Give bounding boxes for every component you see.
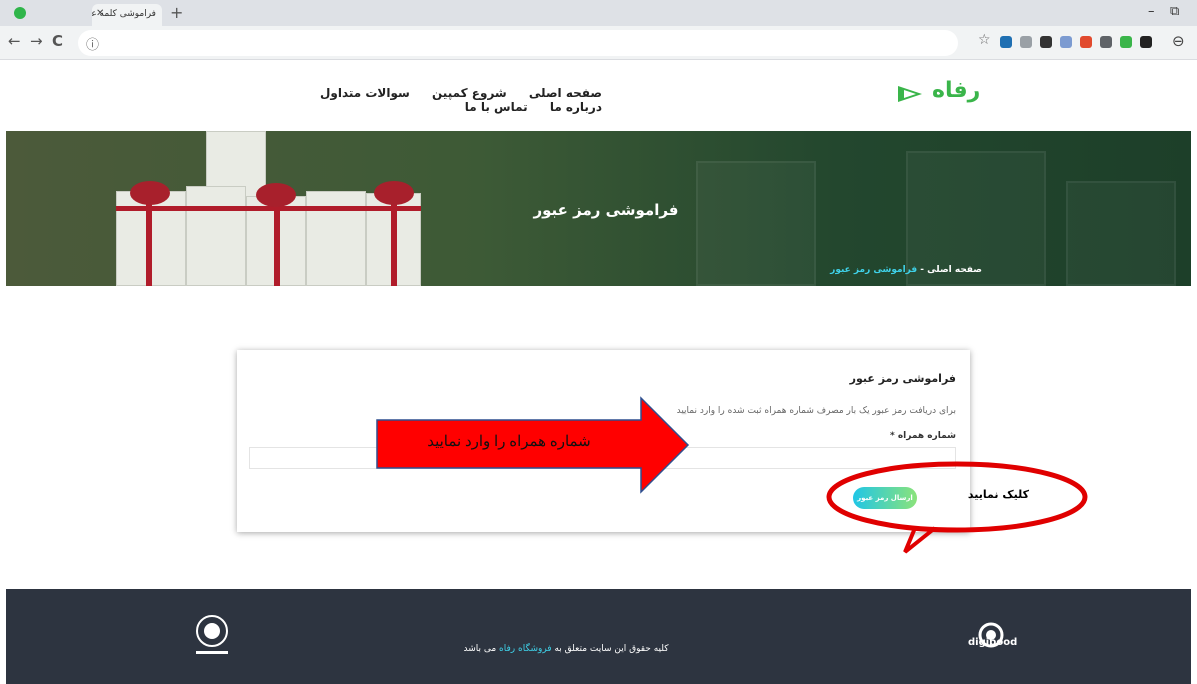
hero-bow (130, 181, 170, 205)
copyright-text: کلیه حقوق این سایت متعلق به فروشگاه رفاه… (386, 644, 746, 654)
minimize-icon[interactable]: – (1148, 4, 1155, 19)
annotation-click-text: کلیک نمایید (967, 488, 1029, 501)
copyright-suffix: می باشد (463, 644, 500, 654)
browser-tab[interactable]: ✕ فراموشی کلمه عبور (92, 4, 162, 26)
bank-tejarat-logo-icon (196, 615, 228, 654)
site-logo-text[interactable]: رفاه (932, 78, 980, 103)
page-title: فراموشی رمز عبور (533, 201, 679, 219)
tab-close-icon[interactable]: ✕ (96, 8, 104, 19)
extension-icon[interactable] (1000, 36, 1012, 48)
nav-item-about[interactable]: درباره ما (550, 100, 602, 114)
site-info-icon[interactable]: ⓘ (86, 34, 99, 53)
hero-banner: فراموشی رمز عبور صفحه اصلی - فراموشی رمز… (6, 131, 1191, 286)
site-header: رفاه صفحه اصلی شروع کمپین سوالات متداول … (0, 60, 1197, 130)
breadcrumb: صفحه اصلی - فراموشی رمز عبور (786, 265, 982, 275)
copyright-prefix: کلیه حقوق این سایت متعلق به (551, 644, 669, 654)
phone-label: شماره همراه * (889, 431, 956, 441)
digibood-brand-text: digibood (968, 637, 1018, 648)
hero-decor-box (1066, 181, 1176, 286)
profile-icon[interactable]: ⊖ (1172, 32, 1185, 50)
reload-icon[interactable]: C (52, 32, 63, 50)
extension-icon[interactable] (1040, 36, 1052, 48)
form-title: فراموشی رمز عبور (849, 372, 956, 385)
nav-item-start-campaign[interactable]: شروع کمپین (432, 86, 507, 100)
browser-toolbar: ← → C ⓘ ☆ ⊖ (0, 26, 1197, 60)
main-nav: صفحه اصلی شروع کمپین سوالات متداول دربار… (232, 86, 602, 114)
hero-bow (256, 183, 296, 207)
forward-arrow-icon[interactable]: → (30, 32, 43, 50)
extension-icon[interactable] (1120, 36, 1132, 48)
send-password-button[interactable]: ارسال رمز عبور (853, 487, 917, 509)
extension-icon[interactable] (1140, 36, 1152, 48)
annotation-arrow-text: شماره همراه را وارد نمایید (427, 434, 591, 450)
nav-item-contact[interactable]: تماس با ما (465, 100, 528, 114)
nav-item-faq[interactable]: سوالات متداول (320, 86, 410, 100)
form-description: برای دریافت رمز عبور یک بار مصرف شماره ه… (676, 406, 956, 416)
breadcrumb-home[interactable]: صفحه اصلی (927, 265, 982, 275)
extension-icon[interactable] (1100, 36, 1112, 48)
browser-titlebar: ✕ فراموشی کلمه عبور + – ⧉ (0, 0, 1197, 26)
hero-bow (374, 181, 414, 205)
breadcrumb-current: فراموشی رمز عبور (830, 265, 918, 275)
address-bar[interactable]: ⓘ (78, 30, 958, 56)
maximize-icon[interactable]: ⧉ (1170, 4, 1179, 19)
extension-icon[interactable] (1060, 36, 1072, 48)
bookmark-star-icon[interactable]: ☆ (978, 32, 991, 48)
site-footer: کلیه حقوق این سایت متعلق به فروشگاه رفاه… (6, 589, 1191, 684)
browser-app-icon (14, 7, 26, 19)
back-arrow-icon[interactable]: ← (8, 32, 21, 50)
extension-icon[interactable] (1080, 36, 1092, 48)
hero-appliance-box (186, 186, 246, 286)
copyright-brand-link[interactable]: فروشگاه رفاه (499, 644, 552, 654)
hero-ribbon (116, 206, 421, 211)
nav-item-home[interactable]: صفحه اصلی (529, 86, 602, 100)
breadcrumb-separator: - (917, 265, 928, 275)
new-tab-button[interactable]: + (170, 3, 183, 22)
extension-icon[interactable] (1020, 36, 1032, 48)
refah-logo-icon (898, 86, 922, 102)
